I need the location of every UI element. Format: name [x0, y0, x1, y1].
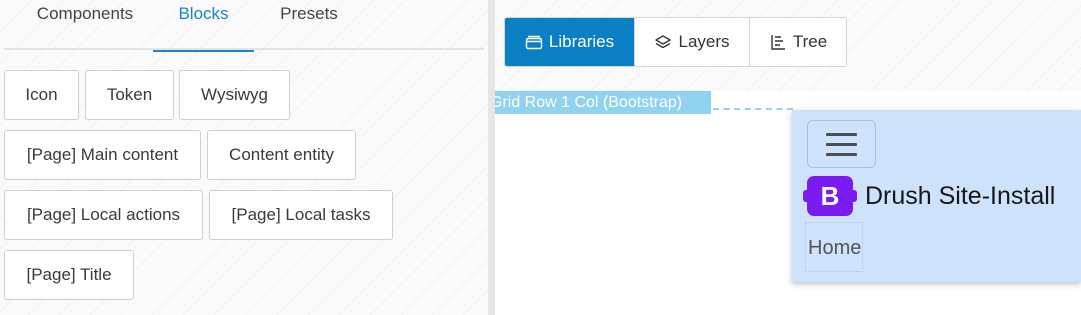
grid-row-label-text: Grid Row 1 Col (Bootstrap)	[495, 94, 683, 111]
navbar-brand[interactable]: B Drush Site-Install	[803, 176, 1056, 216]
block-page-local-tasks[interactable]: [Page] Local tasks	[209, 190, 393, 240]
block-content-entity[interactable]: Content entity	[207, 130, 356, 180]
block-token[interactable]: Token	[85, 70, 174, 120]
grid-row-outline	[713, 108, 793, 110]
blocks-library-panel: Components Blocks Presets Icon Token Wys…	[0, 0, 488, 315]
folder-icon	[525, 35, 543, 50]
hamburger-icon-bar	[826, 152, 857, 156]
tree-icon	[771, 35, 785, 50]
canvas-panel: Libraries Layers Tree Grid Row 1 Col (Bo…	[495, 0, 1081, 315]
block-page-title[interactable]: [Page] Title	[4, 250, 134, 300]
layers-icon	[655, 35, 672, 49]
grid-row-label[interactable]: Grid Row 1 Col (Bootstrap)	[495, 91, 711, 114]
libraries-label: Libraries	[548, 32, 615, 51]
tab-presets[interactable]: Presets	[272, 0, 346, 50]
block-icon[interactable]: Icon	[4, 70, 79, 120]
view-switcher: Libraries Layers Tree	[504, 17, 847, 67]
libraries-button[interactable]: Libraries	[505, 18, 635, 66]
block-wysiwyg[interactable]: Wysiwyg	[179, 70, 290, 120]
block-page-local-actions[interactable]: [Page] Local actions	[4, 190, 203, 240]
tab-components[interactable]: Components	[30, 0, 140, 50]
block-page-main-content[interactable]: [Page] Main content	[4, 130, 201, 180]
bootstrap-logo-icon: B	[803, 176, 857, 216]
tab-blocks[interactable]: Blocks	[153, 0, 254, 52]
hamburger-icon-bar	[826, 132, 857, 136]
navbar-preview[interactable]: B Drush Site-Install Home	[792, 110, 1081, 282]
hamburger-icon-bar	[826, 142, 857, 146]
tree-label: Tree	[792, 32, 828, 51]
layers-label: Layers	[678, 32, 730, 51]
layers-button[interactable]: Layers	[635, 18, 750, 66]
tree-button[interactable]: Tree	[750, 18, 846, 66]
brand-name: Drush Site-Install	[865, 181, 1056, 210]
navbar-toggler-button[interactable]	[807, 120, 876, 168]
nav-link-home[interactable]: Home	[805, 222, 863, 272]
library-tabs: Components Blocks Presets	[4, 0, 484, 52]
panel-resize-handle[interactable]	[488, 0, 495, 315]
